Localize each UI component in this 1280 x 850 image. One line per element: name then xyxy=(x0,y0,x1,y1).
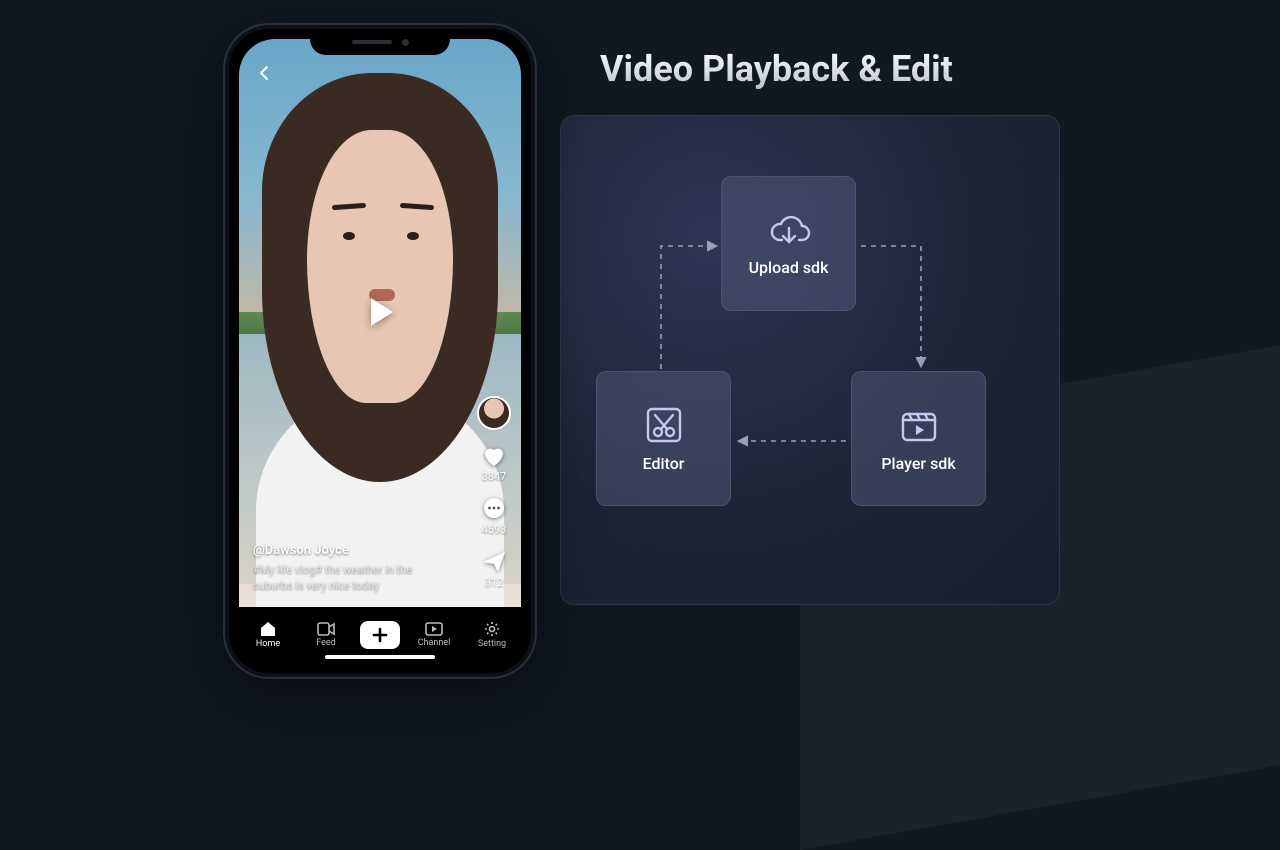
gear-icon xyxy=(484,621,500,637)
share-count: 312 xyxy=(485,576,504,589)
channel-icon xyxy=(425,622,443,636)
share-button[interactable]: 312 xyxy=(481,550,507,589)
tab-setting-label: Setting xyxy=(478,639,506,649)
comment-icon xyxy=(482,497,506,521)
feed-caption: @Dawson Joyce #My life vlog# the weather… xyxy=(253,543,451,593)
plus-icon xyxy=(372,627,388,643)
clapperboard-play-icon xyxy=(898,404,940,446)
tab-channel[interactable]: Channel xyxy=(410,622,458,648)
tab-home[interactable]: Home xyxy=(244,621,292,649)
author-username[interactable]: @Dawson Joyce xyxy=(253,543,451,558)
play-button[interactable] xyxy=(358,290,402,334)
like-button[interactable]: 3847 xyxy=(481,444,507,483)
heart-icon xyxy=(481,444,507,468)
scissors-icon xyxy=(643,404,685,446)
tab-channel-label: Channel xyxy=(418,638,451,648)
video-icon xyxy=(317,622,335,636)
video-feed[interactable]: 3847 4593 312 @Dawson Joyce #My life vlo… xyxy=(239,39,521,607)
upload-sdk-node: Upload sdk xyxy=(721,176,856,311)
comment-button[interactable]: 4593 xyxy=(482,497,507,536)
like-count: 3847 xyxy=(482,470,507,483)
home-indicator xyxy=(325,655,435,659)
chevron-left-icon xyxy=(257,65,273,81)
tab-home-label: Home xyxy=(256,639,280,649)
upload-sdk-label: Upload sdk xyxy=(749,258,829,277)
tab-feed-label: Feed xyxy=(316,638,336,648)
back-button[interactable] xyxy=(253,61,277,85)
comment-count: 4593 xyxy=(482,523,507,536)
phone-screen: 3847 4593 312 @Dawson Joyce #My life vlo… xyxy=(239,39,521,663)
cloud-download-icon xyxy=(767,210,811,250)
author-avatar[interactable] xyxy=(477,396,511,430)
phone-notch xyxy=(310,29,450,55)
share-icon xyxy=(481,550,507,574)
sdk-diagram-panel: Upload sdk Editor Player sdk xyxy=(560,115,1060,605)
player-sdk-node: Player sdk xyxy=(851,371,986,506)
tab-add-button[interactable] xyxy=(360,621,400,649)
editor-label: Editor xyxy=(643,454,685,473)
feed-side-actions: 3847 4593 312 xyxy=(477,396,511,589)
home-icon xyxy=(259,621,277,637)
tab-setting[interactable]: Setting xyxy=(468,621,516,649)
editor-node: Editor xyxy=(596,371,731,506)
play-icon xyxy=(361,293,399,331)
tab-feed[interactable]: Feed xyxy=(302,622,350,648)
page-title: Video Playback & Edit xyxy=(600,48,953,90)
caption-text: #My life vlog# the weather in the suburb… xyxy=(253,562,451,593)
player-sdk-label: Player sdk xyxy=(881,454,955,473)
phone-mockup: 3847 4593 312 @Dawson Joyce #My life vlo… xyxy=(225,25,535,677)
